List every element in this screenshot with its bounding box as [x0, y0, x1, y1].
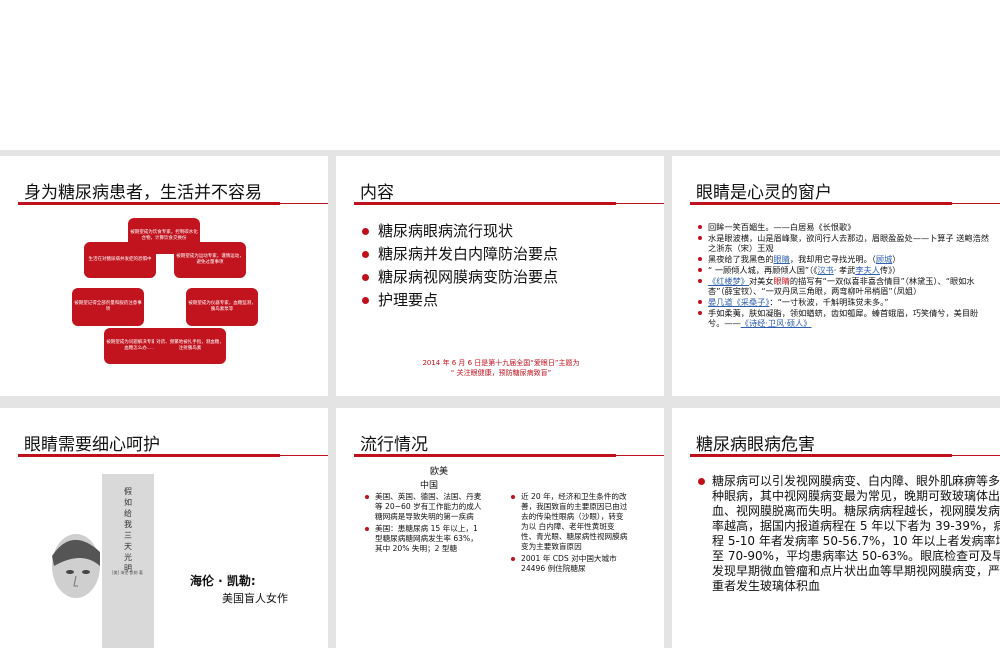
slide-title: 眼睛是心灵的窗户: [696, 183, 832, 203]
title-underline: [354, 454, 616, 457]
hyperlink[interactable]: 汉书: [817, 265, 833, 275]
slide-title: 眼睛需要细心呵护: [24, 435, 160, 455]
list-item: 2001 年 CDS 对中国大城市 24496 例住院糖尿: [510, 554, 628, 574]
slide-thumbnail-6[interactable]: 糖尿病眼病危害 糖尿病可以引发视网膜病变、白内障、眼外肌麻痹等多种眼病，其中视网…: [672, 408, 1000, 648]
title-underline-thin: [616, 455, 664, 456]
quote-list: 回眸一笑百媚生。——白居易《长恨歌》 水是眼波横，山是眉峰聚，欲问行人去那边，眉…: [696, 222, 992, 329]
diagram-box: 对药、频繁地被扎手指，测血糖，注射胰岛素: [154, 328, 226, 364]
slide-title: 内容: [360, 183, 394, 203]
title-underline: [354, 202, 616, 205]
title-underline: [690, 454, 952, 457]
slide-thumbnail-5[interactable]: 流行情况 欧美 中国 美国、英国、德国、法国、丹麦等 20~60 岁有工作能力的…: [336, 408, 664, 648]
list-item: 近 20 年，经济和卫生条件的改善，我国致盲的主要原因已由过去的传染性眼病（沙眼…: [510, 492, 628, 552]
quote-text: 传》）: [879, 265, 901, 275]
portrait-image: [52, 534, 100, 598]
hyperlink[interactable]: 眼睛: [774, 254, 790, 264]
quote-text: 水是眼波横，山是眉峰聚，欲问行人去那边，眉眼盈盈处——卜算子 送鲍浩然之浙东（宋…: [708, 233, 989, 253]
list-item: 糖尿病视网膜病变防治要点: [360, 266, 558, 289]
title-underline-thin: [616, 203, 664, 204]
list-item: 水是眼波横，山是眉峰聚，欲问行人去那边，眉眼盈盈处——卜算子 送鲍浩然之浙东（宋…: [696, 233, 992, 253]
note-line: 2014 年 6 月 6 日是第十九届全国“爱眼日”主题为: [422, 359, 580, 367]
hyperlink[interactable]: 《采桑子》: [733, 297, 770, 307]
list-item: 晏几道《采桑子》：“一寸秋波，千斛明珠觉未多。”: [696, 297, 992, 307]
highlight-text: 眼睛: [773, 276, 790, 286]
title-underline-thin: [952, 455, 1000, 456]
region-label-west: 欧美: [430, 467, 449, 477]
title-underline-thin: [952, 203, 1000, 204]
quote-text: ，我却用它寻找光明。（: [789, 254, 876, 264]
diagram-box: 生活在对糖尿病并发症的恐惧中: [84, 242, 156, 278]
list-item: 手如柔荑，肤如凝脂，领如蝤蛴，齿如瓠犀。螓首蛾眉，巧笑倩兮，美目盼兮。——《诗经…: [696, 308, 992, 328]
slide-thumbnail-1[interactable]: 身为糖尿病患者，生活并不容易 被期望成为饮食专家，控制碳水化合物，计算饮食交换份…: [0, 156, 328, 396]
slide-title: 流行情况: [360, 435, 428, 455]
slide-title: 糖尿病眼病危害: [696, 435, 815, 455]
title-underline-thin: [280, 203, 328, 204]
list-item: 黑夜给了我黑色的眼睛，我却用它寻找光明。（顾城）: [696, 254, 992, 264]
quote-text: ：“一寸秋波，千斛明珠觉未多。”: [769, 297, 889, 307]
west-stats-list: 美国、英国、德国、法国、丹麦等 20~60 岁有工作能力的成人糖网病是导致失明的…: [364, 492, 482, 556]
slide-thumbnail-4[interactable]: 眼睛需要细心呵护 假如给我三天光明 [美] 海伦·凯勒 著 海伦 · 凯勒: 美…: [0, 408, 328, 648]
region-label-china: 中国: [420, 481, 439, 491]
list-item: 《红楼梦》对美女眼睛的描写有“一双似喜非喜含情目”（林黛玉）、“眼如水杏”（薛宝…: [696, 276, 992, 296]
list-item: 回眸一笑百媚生。——白居易《长恨歌》: [696, 222, 992, 232]
harm-paragraph: 糖尿病可以引发视网膜病变、白内障、眼外肌麻痹等多种眼病，其中视网膜病变最为常见，…: [696, 474, 1000, 594]
diagram-box: 被期望成为运动专家，谨慎运动，避免过量事项: [174, 242, 246, 278]
list-item: 护理要点: [360, 289, 558, 312]
person-description: 美国盲人女作: [222, 592, 288, 605]
list-item: 糖尿病并发白内障防治要点: [360, 243, 558, 266]
hyperlink[interactable]: 《诗经·卫风·硕人》: [741, 318, 812, 328]
note-line: “ 关注眼健康，预防糖尿病致盲”: [450, 369, 552, 377]
slide-thumbnail-3[interactable]: 眼睛是心灵的窗户 回眸一笑百媚生。——白居易《长恨歌》 水是眼波横，山是眉峰聚，…: [672, 156, 1000, 396]
hyperlink[interactable]: 晏几道: [708, 297, 733, 307]
eye-day-note: 2014 年 6 月 6 日是第十九届全国“爱眼日”主题为 “ 关注眼健康，预防…: [376, 358, 626, 378]
slide-title: 身为糖尿病患者，生活并不容易: [24, 183, 262, 203]
top-blank-area: [0, 0, 1000, 150]
quote-text: · 孝武: [833, 265, 856, 275]
title-underline: [690, 202, 952, 205]
quote-text: 对美女: [748, 276, 774, 286]
book-author: [美] 海伦·凯勒 著: [112, 570, 143, 575]
hyperlink[interactable]: 《红楼梦》: [708, 276, 749, 286]
list-item: 美国、英国、德国、法国、丹麦等 20~60 岁有工作能力的成人糖网病是导致失明的…: [364, 492, 482, 522]
list-item: 糖尿病眼病流行现状: [360, 220, 558, 243]
china-stats-list: 近 20 年，经济和卫生条件的改善，我国致盲的主要原因已由过去的传染性眼病（沙眼…: [510, 492, 628, 576]
title-underline: [18, 202, 280, 205]
list-item: “ 一顾倾人城，再顾倾人国”（《汉书· 孝武李夫人传》）: [696, 265, 992, 275]
quote-text: 回眸一笑百媚生。——白居易《长恨歌》: [708, 222, 856, 232]
title-underline: [18, 454, 280, 457]
list-item: 美国：患糖尿病 15 年以上，1 型糖尿病糖网病发生率 63%，其中 20% 失…: [364, 524, 482, 554]
book-title: 假如给我三天光明: [124, 487, 132, 573]
contents-list: 糖尿病眼病流行现状 糖尿病并发白内障防治要点 糖尿病视网膜病变防治要点 护理要点: [360, 220, 558, 312]
diagram-box: 被期望成为仪器专家，血糖监测，胰岛素泵等: [186, 288, 258, 326]
slide-thumbnail-2[interactable]: 内容 糖尿病眼病流行现状 糖尿病并发白内障防治要点 糖尿病视网膜病变防治要点 护…: [336, 156, 664, 396]
hyperlink[interactable]: 李夫人: [855, 265, 880, 275]
quote-text: 黑夜给了我黑色的: [708, 254, 774, 264]
person-name: 海伦 · 凯勒:: [190, 574, 256, 588]
diagram-box: 被期望记得全部剂量和服药注意事项: [72, 288, 144, 326]
title-underline-thin: [280, 455, 328, 456]
quote-text: “ 一顾倾人城，再顾倾人国”（《: [708, 265, 818, 275]
quote-text: ）: [892, 254, 901, 264]
hyperlink[interactable]: 顾城: [876, 254, 892, 264]
